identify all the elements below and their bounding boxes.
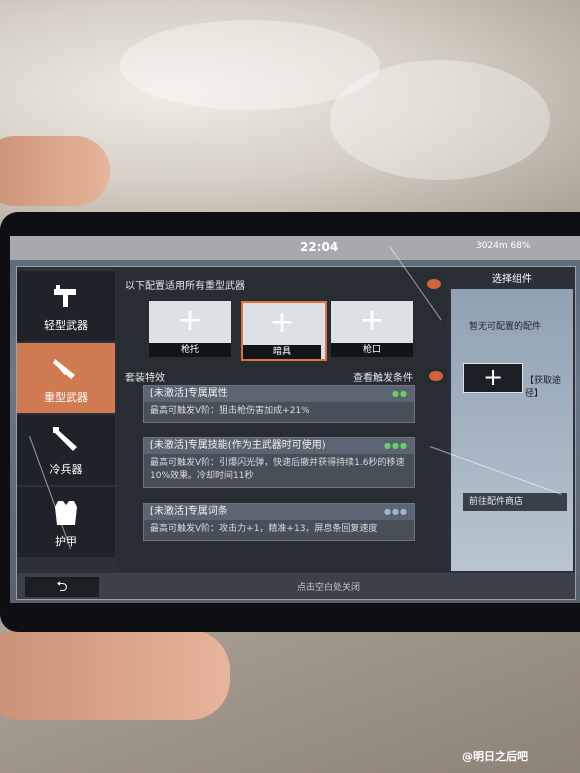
status-dots: ●●	[392, 389, 408, 398]
cloth-fold	[330, 60, 550, 180]
card-header: [未激活]专属词条 ●●●	[144, 504, 414, 520]
status-dots: ●●●	[384, 507, 408, 516]
eye-icon[interactable]	[429, 371, 443, 381]
plus-icon: +	[177, 303, 203, 338]
plus-icon: +	[482, 363, 504, 391]
card-header: [未激活]专属属性 ●●	[144, 386, 414, 402]
eye-icon[interactable]	[427, 279, 441, 289]
config-hint: 以下配置适用所有重型武器	[125, 281, 245, 292]
config-panel: 以下配置适用所有重型武器 + 枪托 + 暗具 + 枪口 套装特效 查看触发条件 …	[117, 271, 447, 571]
accessory-dialog: 轻型武器 重型武器 冷兵器 护甲 以下配置适用所有重型武器 + 枪托 + 暗具 …	[16, 266, 576, 600]
card-title: [未激活]专属技能(作为主武器时可使用)	[150, 440, 326, 451]
nav-item-armor[interactable]: 护甲	[17, 487, 115, 557]
card-title: [未激活]专属属性	[150, 388, 228, 399]
status-dots: ●●●	[384, 441, 408, 450]
network-status: 3024m 68%	[476, 241, 531, 251]
slot-label: 枪口	[331, 343, 413, 357]
nav-item-light-weapon[interactable]: 轻型武器	[17, 271, 115, 341]
clock: 22:04	[300, 240, 339, 254]
uzi-icon	[51, 281, 81, 311]
slot-dark[interactable]: + 暗具	[241, 301, 327, 361]
slot-label: 暗具	[243, 345, 321, 359]
slot-stock[interactable]: + 枪托	[149, 301, 231, 357]
nav-item-heavy-weapon[interactable]: 重型武器	[17, 343, 115, 413]
effect-card-attribute: [未激活]专属属性 ●● 最高可触发V阶：狙击枪伤害加成+21%	[143, 385, 415, 423]
bottom-bar[interactable]: ⮌ 点击空白处关闭	[17, 573, 575, 599]
slot-label: 枪托	[149, 343, 231, 357]
slot-muzzle[interactable]: + 枪口	[331, 301, 413, 357]
finger	[0, 136, 110, 206]
nav-item-melee[interactable]: 冷兵器	[17, 415, 115, 485]
add-component-button[interactable]: +	[463, 363, 523, 393]
go-shop-button[interactable]: 前往配件商店	[463, 493, 567, 511]
close-hint: 点击空白处关闭	[297, 583, 361, 593]
effect-card-skill: [未激活]专属技能(作为主武器时可使用) ●●● 最高可触发V阶：引爆闪光弹，快…	[143, 437, 415, 488]
plus-icon: +	[269, 305, 295, 340]
heavy-gun-icon	[51, 353, 81, 383]
back-arrow-icon: ⮌	[56, 579, 68, 595]
card-header: [未激活]专属技能(作为主武器时可使用) ●●●	[144, 438, 414, 454]
armor-icon	[51, 497, 81, 527]
nav-item-label: 冷兵器	[49, 463, 83, 476]
component-panel: 选择组件 暂无可配置的配件 + 【获取途径】 前往配件商店	[451, 271, 573, 571]
card-title: [未激活]专属词条	[150, 506, 228, 517]
nav-item-label: 轻型武器	[44, 319, 88, 332]
component-panel-title: 选择组件	[451, 271, 573, 289]
effect-card-entry: [未激活]专属词条 ●●● 最高可触发V阶：攻击力+1，精准+13，屏息条回复速…	[143, 503, 415, 541]
hand	[0, 630, 230, 720]
card-text: 最高可触发V阶：攻击力+1，精准+13，屏息条回复速度	[150, 524, 378, 534]
view-condition-link[interactable]: 查看触发条件	[353, 369, 413, 384]
blade-icon	[51, 425, 81, 455]
status-bar: 22:04 3024m 68%	[10, 236, 580, 260]
card-text: 最高可触发V阶：狙击枪伤害加成+21%	[150, 406, 310, 416]
get-way-link[interactable]: 【获取途径】	[525, 373, 573, 399]
card-text: 最高可触发V阶：引爆闪光弹，快速后撤并获得持续1.6秒的移速10%效果。冷却时间…	[150, 458, 405, 481]
set-effect-title: 套装特效	[125, 373, 165, 384]
weapon-category-nav: 轻型武器 重型武器 冷兵器 护甲	[17, 271, 115, 571]
game-screen: 22:04 3024m 68% 轻型武器 重型武器 冷兵器 护甲 以下配置适用所…	[10, 236, 580, 603]
plus-icon: +	[359, 303, 385, 338]
watermark: @明日之后吧	[462, 750, 528, 763]
empty-message: 暂无可配置的配件	[469, 322, 542, 332]
back-button[interactable]: ⮌	[25, 577, 99, 597]
nav-item-label: 重型武器	[44, 391, 88, 404]
